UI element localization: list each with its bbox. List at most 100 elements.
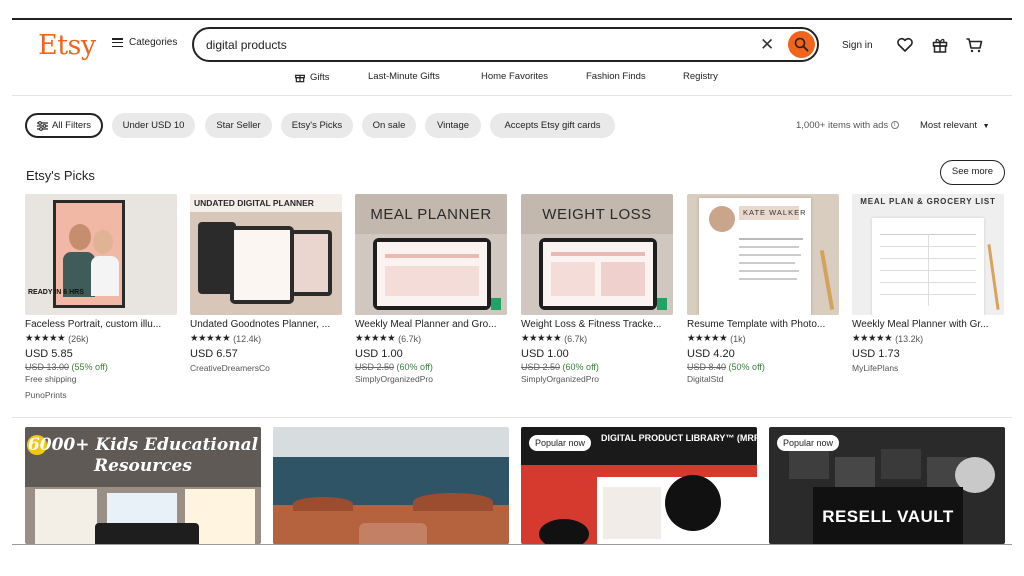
product-rating: ★★★★★ (12.4k): [190, 333, 342, 344]
product-original-price: USD 2.50 (60% off): [521, 362, 673, 372]
filter-on-sale[interactable]: On sale: [362, 113, 416, 138]
nav-last-minute-gifts[interactable]: Last-Minute Gifts: [368, 71, 440, 82]
product-card[interactable]: UNDATED DIGITAL PLANNER Undated Goodnote…: [190, 194, 342, 373]
nav-fashion-finds[interactable]: Fashion Finds: [586, 71, 646, 82]
gift-icon[interactable]: [931, 36, 949, 54]
product-card[interactable]: MEAL PLAN & GROCERY LIST Weekly Meal Pla…: [852, 194, 1004, 373]
nav-gifts[interactable]: Gifts: [294, 71, 330, 83]
shop-name[interactable]: SimplyOrganizedPro: [521, 374, 673, 384]
review-count: (6.7k): [564, 333, 588, 344]
review-count: (26k): [68, 333, 89, 344]
bottom-border: [12, 544, 1012, 545]
heart-icon[interactable]: [896, 36, 914, 54]
shop-name[interactable]: PunoPrints: [25, 390, 177, 400]
sort-label: Most relevant: [920, 120, 978, 131]
popular-badge: Popular now: [529, 435, 592, 451]
listing-tile[interactable]: DIGITAL PRODUCT LIBRARY™ (MRR) Popular n…: [521, 427, 757, 544]
cart-icon[interactable]: [965, 36, 983, 54]
all-filters-label: All Filters: [51, 120, 92, 131]
original-price: USD 2.50: [521, 362, 561, 372]
stars: ★★★★★: [521, 333, 562, 344]
see-more-button[interactable]: See more: [940, 160, 1005, 185]
listing-tile[interactable]: [273, 427, 509, 544]
product-title[interactable]: Undated Goodnotes Planner, ...: [190, 319, 342, 330]
product-rating: ★★★★★ (1k): [687, 333, 839, 344]
top-border: [12, 18, 1012, 20]
nav-home-favorites[interactable]: Home Favorites: [481, 71, 548, 82]
product-card[interactable]: MEAL PLANNER Weekly Meal Planner and Gro…: [355, 194, 507, 384]
stars: ★★★★★: [25, 333, 66, 344]
listing-tile[interactable]: 6000+ Kids Educational Resources: [25, 427, 261, 544]
product-card[interactable]: WEIGHT LOSS Weight Loss & Fitness Tracke…: [521, 194, 673, 384]
discount: (55% off): [71, 362, 108, 372]
product-image[interactable]: MEAL PLAN & GROCERY LIST: [852, 194, 1004, 315]
nav-registry[interactable]: Registry: [683, 71, 718, 82]
sort-dropdown[interactable]: Most relevant ▼: [920, 120, 990, 131]
original-price: USD 2.50: [355, 362, 395, 372]
review-count: (13.2k): [895, 333, 924, 344]
discount: (50% off): [728, 362, 765, 372]
stars: ★★★★★: [687, 333, 728, 344]
review-count: (6.7k): [398, 333, 422, 344]
product-image[interactable]: MEAL PLANNER: [355, 194, 507, 315]
categories-button[interactable]: Categories: [112, 37, 177, 48]
thumb-text: UNDATED DIGITAL PLANNER: [194, 198, 314, 208]
search-input[interactable]: digital products: [206, 38, 287, 52]
filter-icon: [36, 120, 48, 131]
product-price: USD 4.20: [687, 348, 735, 360]
categories-label: Categories: [129, 37, 178, 48]
shop-name[interactable]: SimplyOrganizedPro: [355, 374, 507, 384]
product-price: USD 1.00: [355, 348, 403, 360]
tile-text: 6000+ Kids Educational Resources: [27, 435, 259, 476]
filter-star-seller[interactable]: Star Seller: [205, 113, 272, 138]
product-card[interactable]: READY IN 6 HRS Faceless Portrait, custom…: [25, 194, 177, 400]
search-button[interactable]: [788, 31, 815, 58]
results-count: 1,000+ items with ads i: [796, 120, 899, 131]
thumb-text: MEAL PLAN & GROCERY LIST: [860, 197, 996, 206]
category-nav: Gifts Last-Minute Gifts Home Favorites F…: [0, 70, 1024, 86]
nav-gifts-label: Gifts: [310, 71, 330, 83]
product-rating: ★★★★★ (13.2k): [852, 333, 1004, 344]
close-icon[interactable]: ✕: [760, 35, 774, 55]
filter-vintage[interactable]: Vintage: [425, 113, 481, 138]
product-image[interactable]: READY IN 6 HRS: [25, 194, 177, 315]
listing-tile[interactable]: RESELL VAULT Popular now: [769, 427, 1005, 544]
product-title[interactable]: Weekly Meal Planner with Gr...: [852, 319, 1004, 330]
product-image[interactable]: UNDATED DIGITAL PLANNER: [190, 194, 342, 315]
filter-etsys-picks[interactable]: Etsy's Picks: [281, 113, 353, 138]
shop-name[interactable]: CreativeDreamersCo: [190, 363, 342, 373]
product-title[interactable]: Weekly Meal Planner and Gro...: [355, 319, 507, 330]
thumb-text: READY IN 6 HRS: [28, 289, 84, 296]
all-filters-button[interactable]: All Filters: [25, 113, 103, 138]
shop-name[interactable]: MyLifePlans: [852, 363, 1004, 373]
stars: ★★★★★: [355, 333, 396, 344]
search-bar[interactable]: digital products ✕: [192, 27, 819, 62]
product-price: USD 6.57: [190, 348, 238, 360]
popular-badge: Popular now: [777, 435, 840, 451]
product-original-price: USD 2.50 (60% off): [355, 362, 507, 372]
product-image[interactable]: WEIGHT LOSS: [521, 194, 673, 315]
shop-name[interactable]: DigitalStd: [687, 374, 839, 384]
thumb-text: KATE WALKER: [743, 208, 807, 217]
shipping-info: Free shipping: [25, 374, 77, 384]
sign-in-link[interactable]: Sign in: [842, 40, 873, 51]
tile-text: RESELL VAULT: [822, 507, 954, 526]
hamburger-icon: [112, 38, 123, 47]
product-title[interactable]: Resume Template with Photo...: [687, 319, 839, 330]
product-card[interactable]: KATE WALKER Resume Template with Photo..…: [687, 194, 839, 384]
product-title[interactable]: Faceless Portrait, custom illu...: [25, 319, 177, 330]
original-price: USD 8.40: [687, 362, 727, 372]
filter-under-usd-10[interactable]: Under USD 10: [112, 113, 195, 138]
product-original-price: USD 8.40 (50% off): [687, 362, 839, 372]
product-price: USD 1.00: [521, 348, 569, 360]
product-image[interactable]: KATE WALKER: [687, 194, 839, 315]
caret-down-icon: ▼: [982, 123, 990, 130]
etsy-logo[interactable]: Etsy: [38, 30, 96, 61]
product-rating: ★★★★★ (6.7k): [355, 333, 507, 344]
filter-accepts-gift-cards[interactable]: Accepts Etsy gift cards: [490, 113, 615, 138]
section-title: Etsy's Picks: [26, 168, 95, 183]
product-title[interactable]: Weight Loss & Fitness Tracke...: [521, 319, 673, 330]
results-count-text: 1,000+ items with ads: [796, 120, 889, 131]
nav-label: Last-Minute Gifts: [368, 71, 440, 82]
info-icon[interactable]: i: [890, 121, 899, 130]
